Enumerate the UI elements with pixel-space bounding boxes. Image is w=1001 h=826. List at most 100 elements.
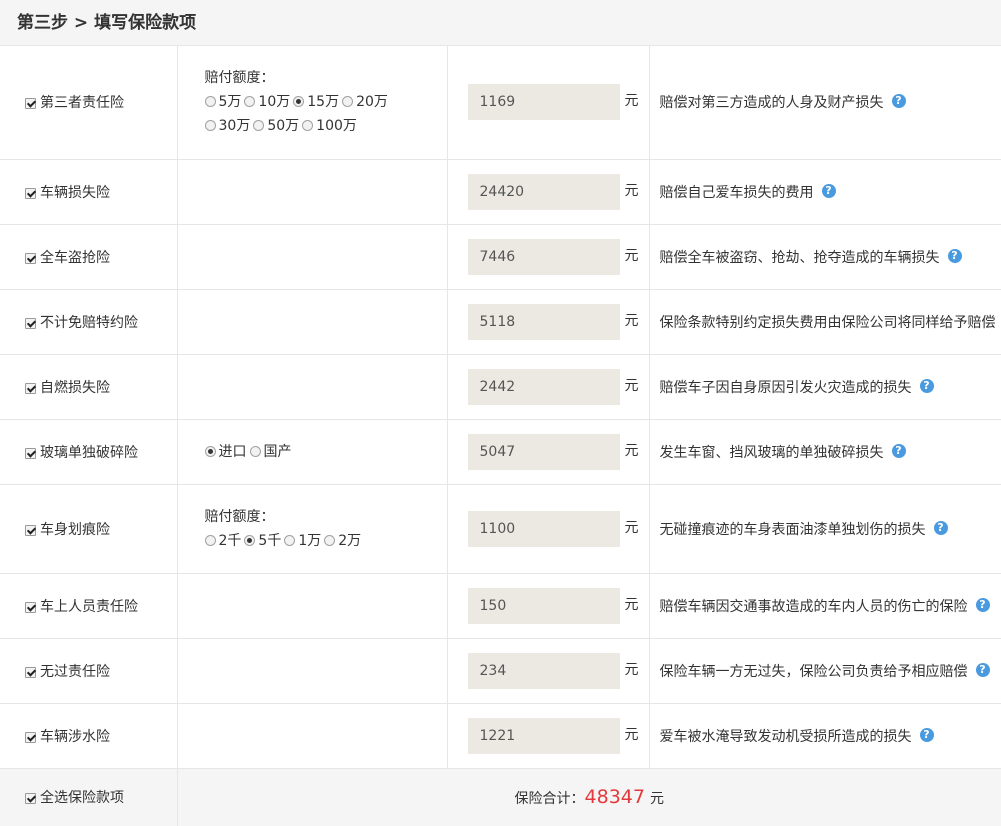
coverage-option[interactable]: 5千 xyxy=(244,529,281,553)
insurance-price-cell: 元 xyxy=(447,419,650,485)
insurance-description: 无碰撞痕迹的车身表面油漆单独划伤的损失 xyxy=(659,521,926,538)
help-icon[interactable]: ? xyxy=(891,443,906,458)
insurance-checkbox[interactable] xyxy=(25,447,36,459)
insurance-checkbox[interactable] xyxy=(25,317,36,329)
select-all-checkbox[interactable] xyxy=(25,793,36,805)
coverage-option[interactable]: 1万 xyxy=(284,529,321,553)
radio-button[interactable] xyxy=(204,96,216,108)
insurance-row: 车上人员责任险元赔偿车辆因交通事故造成的车内人员的伤亡的保险? xyxy=(0,573,1001,639)
coverage-amount-label: 赔付额度： xyxy=(204,70,275,87)
premium-input[interactable] xyxy=(467,510,620,547)
premium-input[interactable] xyxy=(467,433,620,470)
radio-button[interactable] xyxy=(324,534,336,546)
insurance-description: 赔偿自己爱车损失的费用 xyxy=(659,184,814,201)
insurance-row: 车身划痕险赔付额度：2千5千1万2万元无碰撞痕迹的车身表面油漆单独划伤的损失? xyxy=(0,484,1001,574)
currency-unit: 元 xyxy=(624,519,639,536)
radio-button[interactable] xyxy=(284,534,296,546)
insurance-price-cell: 元 xyxy=(447,573,650,639)
radio-button[interactable] xyxy=(244,96,256,108)
total-label: 保险合计： xyxy=(514,791,585,808)
help-icon[interactable]: ? xyxy=(919,727,934,742)
insurance-description-cell: 赔偿对第三方造成的人身及财产损失? xyxy=(649,46,1001,160)
insurance-description-cell: 保险车辆一方无过失，保险公司负责给予相应赔偿? xyxy=(649,638,1001,704)
total-cell: 保险合计：48347 元 xyxy=(177,768,1001,826)
radio-button[interactable] xyxy=(302,120,314,132)
radio-button[interactable] xyxy=(204,120,216,132)
insurance-name: 自燃损失险 xyxy=(40,379,110,396)
insurance-checkbox[interactable] xyxy=(25,187,36,199)
insurance-checkbox[interactable] xyxy=(25,98,36,110)
option-label: 1万 xyxy=(298,532,322,549)
premium-input[interactable] xyxy=(467,368,620,405)
insurance-options-cell xyxy=(177,703,448,769)
radio-button[interactable] xyxy=(204,534,216,546)
insurance-name: 全车盗抢险 xyxy=(40,249,110,266)
coverage-option[interactable]: 进口 xyxy=(204,440,247,464)
radio-button[interactable] xyxy=(342,96,354,108)
radio-button[interactable] xyxy=(244,534,256,546)
insurance-checkbox[interactable] xyxy=(25,666,36,678)
coverage-option[interactable]: 国产 xyxy=(249,440,292,464)
insurance-name-cell: 玻璃单独破碎险 xyxy=(0,419,178,485)
option-line: 5万 10万 15万 20万 xyxy=(204,90,447,114)
insurance-price-cell: 元 xyxy=(447,354,650,420)
option-label: 10万 xyxy=(258,94,291,111)
option-label: 国产 xyxy=(263,443,292,460)
insurance-name-cell: 自燃损失险 xyxy=(0,354,178,420)
step-header: 第三步 > 填写保险款项 xyxy=(0,0,1001,46)
radio-button[interactable] xyxy=(253,120,265,132)
option-label: 2万 xyxy=(338,532,362,549)
insurance-checkbox[interactable] xyxy=(25,731,36,743)
help-icon[interactable]: ? xyxy=(821,183,836,198)
insurance-price-cell: 元 xyxy=(447,224,650,290)
insurance-options-cell xyxy=(177,289,448,355)
insurance-table: 第三者责任险赔付额度：5万10万15万20万30万50万100万元赔偿对第三方造… xyxy=(0,46,1001,826)
help-icon[interactable]: ? xyxy=(947,248,962,263)
premium-input[interactable] xyxy=(467,173,620,210)
summary-row: 全选保险款项 保险合计：48347 元 xyxy=(0,768,1001,826)
insurance-options-cell xyxy=(177,638,448,704)
insurance-checkbox[interactable] xyxy=(25,252,36,264)
help-icon[interactable]: ? xyxy=(975,597,990,612)
premium-input[interactable] xyxy=(467,587,620,624)
radio-button[interactable] xyxy=(293,96,305,108)
premium-input[interactable] xyxy=(467,84,620,121)
help-icon[interactable]: ? xyxy=(933,520,948,535)
insurance-description: 赔偿车子因自身原因引发火灾造成的损失 xyxy=(659,379,912,396)
coverage-option[interactable]: 30万 xyxy=(204,114,250,138)
coverage-option[interactable]: 50万 xyxy=(253,114,299,138)
option-label: 进口 xyxy=(218,443,247,460)
coverage-option[interactable]: 15万 xyxy=(293,90,339,114)
radio-button[interactable] xyxy=(249,445,261,457)
help-icon[interactable]: ? xyxy=(919,378,934,393)
step-title: 填写保险款项 xyxy=(94,13,197,33)
insurance-name: 无过责任险 xyxy=(40,663,110,680)
insurance-checkbox[interactable] xyxy=(25,524,36,536)
insurance-row: 全车盗抢险 元 赔偿全车被盗窃、抢劫、抢夺造成的车辆损失? xyxy=(0,224,1001,290)
help-icon[interactable]: ? xyxy=(891,94,906,109)
currency-unit: 元 xyxy=(624,247,639,264)
coverage-option[interactable]: 10万 xyxy=(244,90,290,114)
insurance-description: 赔偿全车被盗窃、抢劫、抢夺造成的车辆损失 xyxy=(659,249,940,266)
radio-button[interactable] xyxy=(204,445,216,457)
total-amount: 48347 xyxy=(584,786,645,809)
help-icon[interactable]: ? xyxy=(975,662,990,677)
premium-input[interactable] xyxy=(467,238,620,275)
insurance-checkbox[interactable] xyxy=(25,382,36,394)
select-all-cell: 全选保险款项 xyxy=(0,768,178,826)
coverage-option[interactable]: 2万 xyxy=(324,529,361,553)
coverage-option[interactable]: 20万 xyxy=(342,90,388,114)
premium-input[interactable] xyxy=(467,717,620,754)
insurance-price-cell: 元 xyxy=(447,484,650,574)
insurance-options-cell xyxy=(177,159,448,225)
select-all-label: 全选保险款项 xyxy=(40,790,124,807)
step-label: 第三步 xyxy=(17,13,68,33)
coverage-option[interactable]: 100万 xyxy=(302,114,357,138)
premium-input[interactable] xyxy=(467,652,620,689)
insurance-checkbox[interactable] xyxy=(25,601,36,613)
insurance-description-cell: 赔偿车子因自身原因引发火灾造成的损失? xyxy=(649,354,1001,420)
insurance-name: 车辆涉水险 xyxy=(40,728,110,745)
coverage-option[interactable]: 5万 xyxy=(204,90,241,114)
premium-input[interactable] xyxy=(467,303,620,340)
coverage-option[interactable]: 2千 xyxy=(204,529,241,553)
